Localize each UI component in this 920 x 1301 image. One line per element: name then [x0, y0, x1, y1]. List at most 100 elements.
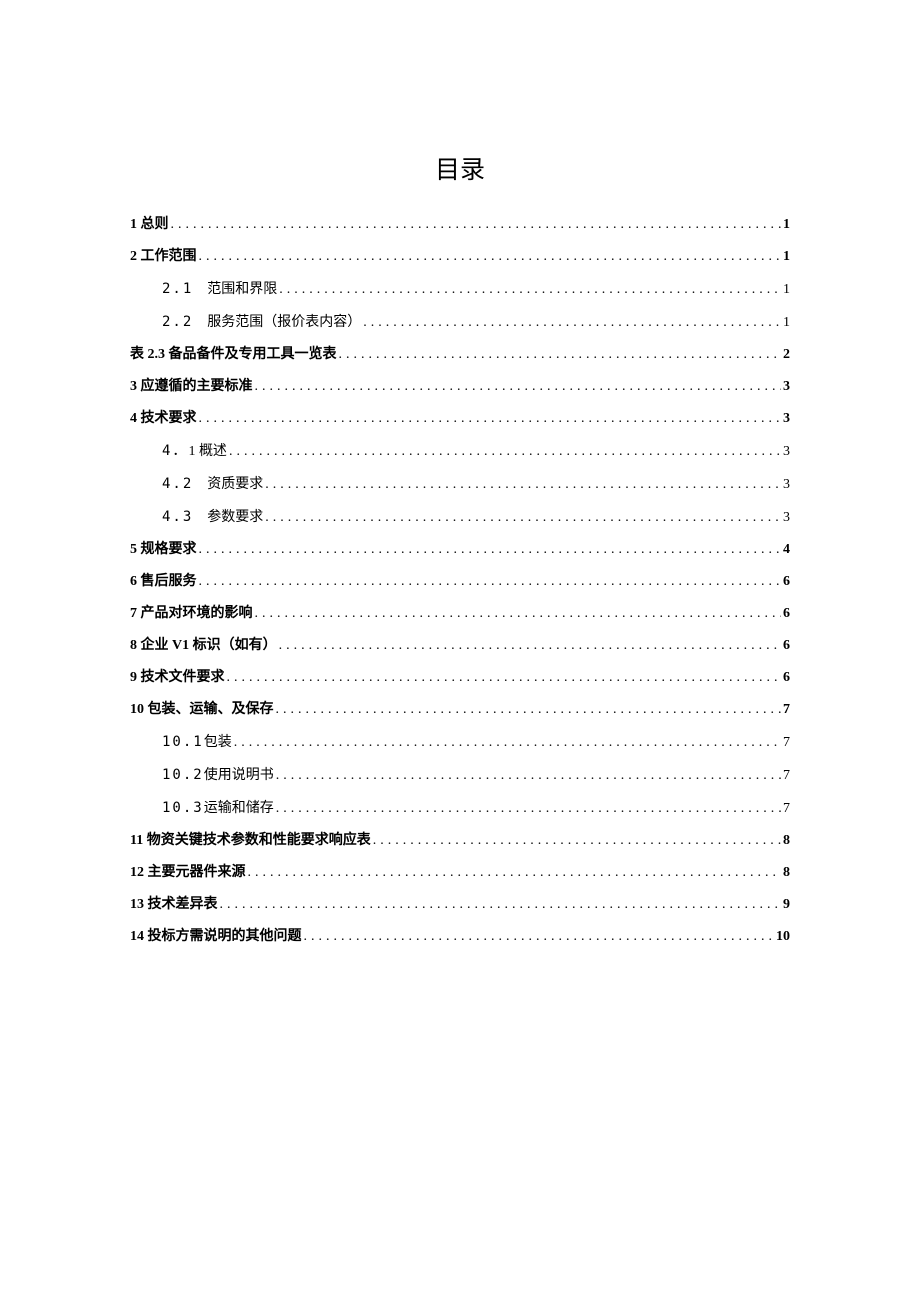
toc-leader-dots [229, 445, 781, 459]
toc-entry[interactable]: 1 总则 1 [130, 218, 790, 232]
toc-entry-page: 3 [783, 380, 790, 394]
toc-entry-page: 10 [776, 930, 790, 944]
toc-leader-dots [199, 575, 782, 589]
toc-entry[interactable]: 5 规格要求 4 [130, 543, 790, 557]
toc-entry[interactable]: 14 投标方需说明的其他问题10 [130, 930, 790, 944]
toc-entry[interactable]: 2 工作范围 1 [130, 250, 790, 264]
toc-entry-label: 10.2使用说明书 [162, 768, 274, 783]
toc-entry-number: 10.1 [162, 735, 204, 749]
toc-leader-dots [373, 834, 781, 848]
toc-leader-dots [199, 412, 782, 426]
toc-entry-page: 1 [783, 250, 790, 264]
toc-entry-page: 8 [783, 866, 790, 880]
toc-entry[interactable]: 9 技术文件要求 6 [130, 671, 790, 685]
toc-leader-dots [199, 250, 782, 264]
toc-leader-dots [276, 802, 781, 816]
toc-entry-label: 5 规格要求 [130, 543, 197, 557]
toc-entry-page: 7 [783, 769, 790, 783]
toc-entry-label: 7 产品对环境的影响 [130, 607, 253, 621]
toc-entry-label: 3 应遵循的主要标准 [130, 380, 253, 394]
toc-leader-dots [248, 866, 782, 880]
toc-entry-page: 2 [783, 348, 790, 362]
toc-entry-label: 10 包装、运输、及保存 [130, 703, 274, 717]
toc-leader-dots [234, 736, 781, 750]
toc-entry-label: 6 售后服务 [130, 575, 197, 589]
toc-entry-label: 12 主要元器件来源 [130, 866, 246, 880]
toc-entry-page: 1 [783, 283, 790, 297]
toc-leader-dots [363, 316, 781, 330]
toc-leader-dots [279, 639, 781, 653]
toc-entry-page: 6 [783, 607, 790, 621]
toc-entry-page: 3 [783, 412, 790, 426]
toc-entry[interactable]: 4 技术要求 3 [130, 412, 790, 426]
toc-entry[interactable]: 7 产品对环境的影响 6 [130, 607, 790, 621]
toc-entry[interactable]: 3 应遵循的主要标准 3 [130, 380, 790, 394]
toc-entry-label: 2.1范围和界限 [162, 282, 277, 297]
toc-entry-page: 6 [783, 639, 790, 653]
toc-entry[interactable]: 2.2服务范围（报价表内容） 1 [130, 315, 790, 330]
toc-entry-label: 8 企业 V1 标识（如有） [130, 639, 277, 653]
toc-entry-number: 2.1 [162, 282, 193, 296]
toc-leader-dots [339, 348, 782, 362]
toc-entry-page: 6 [783, 671, 790, 685]
toc-leader-dots [255, 607, 782, 621]
toc-entry-page: 1 [783, 218, 790, 232]
toc-leader-dots [220, 898, 782, 912]
toc-entry-label: 2 工作范围 [130, 250, 197, 264]
toc-entry-page: 3 [783, 478, 790, 492]
toc-entry[interactable]: 10.2使用说明书 7 [130, 768, 790, 783]
toc-entry[interactable]: 8 企业 V1 标识（如有） 6 [130, 639, 790, 653]
toc-entry[interactable]: 12 主要元器件来源 8 [130, 866, 790, 880]
toc-leader-dots [171, 218, 782, 232]
toc-entry-label: 10.3运输和储存 [162, 801, 274, 816]
toc-entry-label: 4 技术要求 [130, 412, 197, 426]
toc-entry-number: 4.3 [162, 510, 193, 524]
toc-leader-dots [279, 283, 781, 297]
toc-leader-dots [227, 671, 782, 685]
toc-entry[interactable]: 4.3参数要求 3 [130, 510, 790, 525]
toc-entry[interactable]: 10 包装、运输、及保存 7 [130, 703, 790, 717]
toc-entry-number: 2.2 [162, 315, 193, 329]
toc-entry-label: 1 总则 [130, 218, 169, 232]
toc-entry[interactable]: 13 技术差异表 9 [130, 898, 790, 912]
toc-entry[interactable]: 4．1 概述 3 [130, 444, 790, 459]
toc-entry-page: 8 [783, 834, 790, 848]
toc-entry-label: 9 技术文件要求 [130, 671, 225, 685]
toc-leader-dots [276, 703, 782, 717]
toc-entry[interactable]: 11 物资关键技术参数和性能要求响应表 8 [130, 834, 790, 848]
toc-leader-dots [276, 769, 781, 783]
toc-entry-label: 表 2.3 备品备件及专用工具一览表 [130, 348, 337, 362]
toc-entry-label: 10.1包装 [162, 735, 232, 750]
toc-entry-number: 4.2 [162, 477, 193, 491]
table-of-contents: 1 总则 1 2 工作范围 1 2.1范围和界限 1 2.2服务范围（报价表内容） 1 表 2.… [130, 218, 790, 944]
toc-entry-number: 4． [162, 444, 188, 458]
toc-entry[interactable]: 表 2.3 备品备件及专用工具一览表 2 [130, 348, 790, 362]
toc-leader-dots [199, 543, 782, 557]
toc-entry[interactable]: 10.1包装 7 [130, 735, 790, 750]
toc-entry[interactable]: 2.1范围和界限 1 [130, 282, 790, 297]
toc-entry-number: 10.2 [162, 768, 204, 782]
toc-entry-label: 11 物资关键技术参数和性能要求响应表 [130, 834, 371, 848]
toc-entry-page: 1 [783, 316, 790, 330]
toc-entry-page: 4 [783, 543, 790, 557]
toc-leader-dots [304, 930, 775, 944]
toc-entry-label: 4.3参数要求 [162, 510, 263, 525]
toc-entry-number: 10.3 [162, 801, 204, 815]
toc-entry-page: 9 [783, 898, 790, 912]
toc-entry-page: 3 [783, 511, 790, 525]
toc-entry-page: 3 [783, 445, 790, 459]
toc-entry-label: 4.2资质要求 [162, 477, 263, 492]
toc-entry[interactable]: 6 售后服务 6 [130, 575, 790, 589]
toc-entry-page: 7 [783, 703, 790, 717]
toc-entry-label: 13 技术差异表 [130, 898, 218, 912]
toc-leader-dots [265, 478, 781, 492]
toc-entry-page: 6 [783, 575, 790, 589]
toc-entry[interactable]: 4.2资质要求 3 [130, 477, 790, 492]
toc-leader-dots [265, 511, 781, 525]
toc-entry-page: 7 [783, 802, 790, 816]
toc-entry[interactable]: 10.3运输和储存 7 [130, 801, 790, 816]
toc-entry-label: 2.2服务范围（报价表内容） [162, 315, 361, 330]
toc-entry-label: 4．1 概述 [162, 444, 227, 459]
toc-title: 目录 [130, 150, 790, 186]
toc-entry-page: 7 [783, 736, 790, 750]
